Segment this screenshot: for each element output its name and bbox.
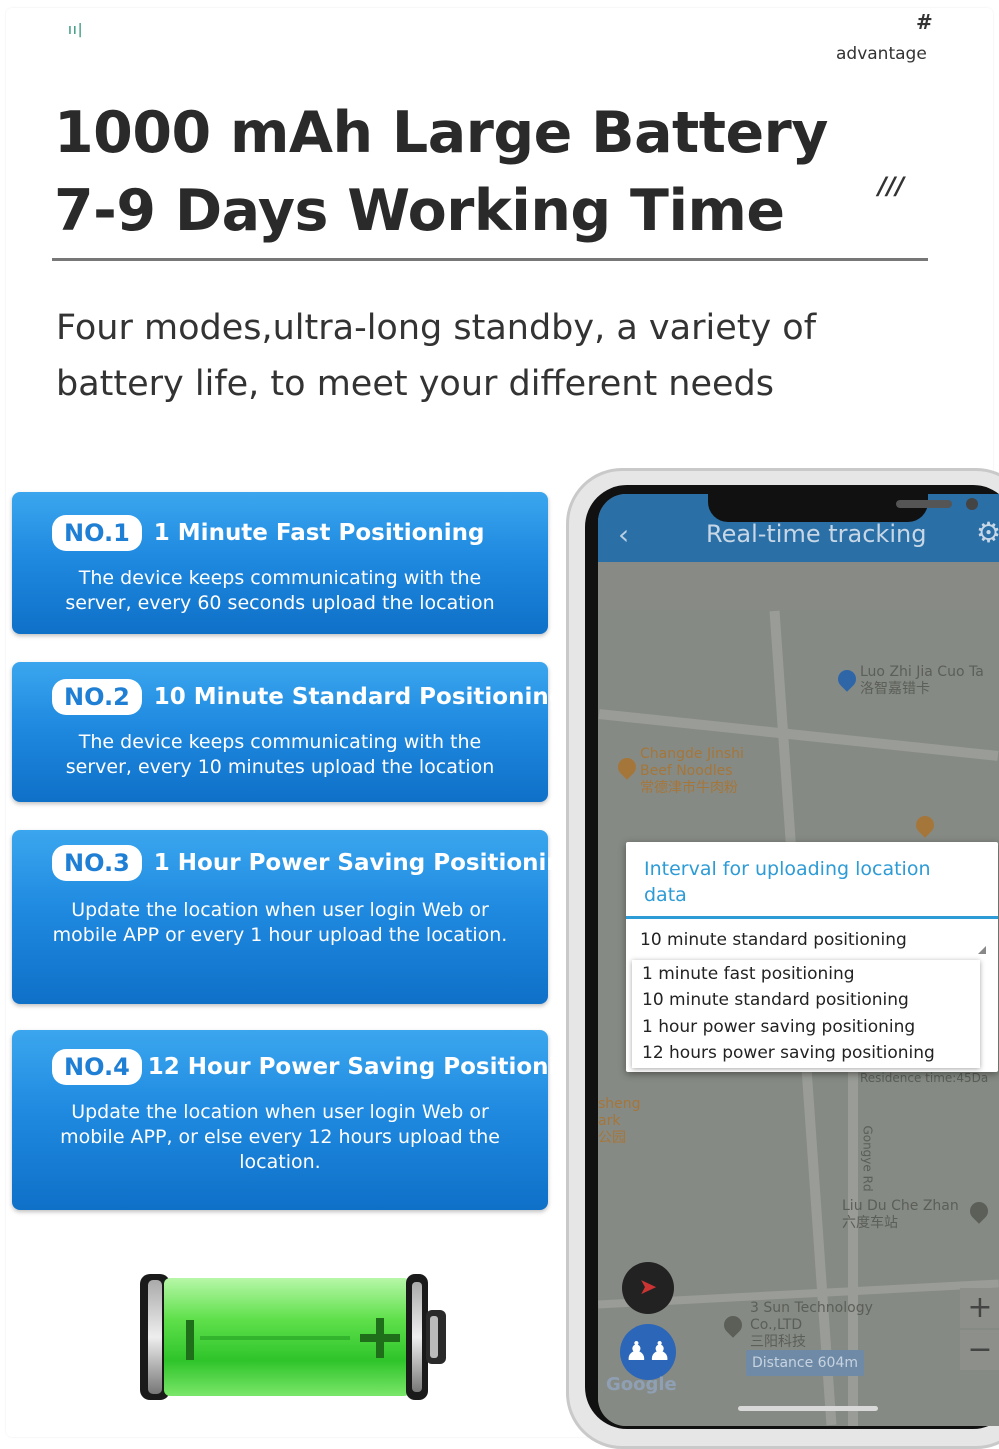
interval-select[interactable]: 10 minute standard positioning xyxy=(640,930,907,950)
poi-name: Luo Zhi Jia Cuo Ta xyxy=(860,664,984,680)
mode-desc-line: Update the location when user login Web … xyxy=(71,899,489,921)
poi-label: 3 Sun Technology Co.,LTD 三阳科技 xyxy=(750,1300,873,1351)
mode-desc-line: The device keeps communicating with the xyxy=(78,731,482,753)
mode-badge: NO.4 xyxy=(52,1049,142,1085)
mode-card-4: NO.4 12 Hour Power Saving Positioning Up… xyxy=(12,1030,589,1210)
app-title: Real-time tracking xyxy=(706,520,927,548)
mode-card-3: NO.3 1 Hour Power Saving Positioning Upd… xyxy=(12,830,579,1004)
battery-plus-v xyxy=(376,1318,384,1358)
mode-card-1: NO.1 1 Minute Fast Positioning The devic… xyxy=(12,492,548,634)
people-icon[interactable]: ♟♟ xyxy=(620,1324,676,1380)
mode-heading: 10 Minute Standard Positioning xyxy=(153,684,566,710)
poi-label: Luo Zhi Jia Cuo Ta 洛智嘉错卡 xyxy=(860,664,984,698)
road-label: Gongye Rd xyxy=(860,1125,875,1192)
poi-name: Co.,LTD xyxy=(750,1317,803,1333)
poi-name-cn: 三阳科技 xyxy=(750,1334,806,1350)
poi-name-cn: 洛智嘉错卡 xyxy=(860,681,930,697)
title-line-2: 7-9 Days Working Time xyxy=(54,178,785,244)
upload-interval-dialog: Interval for uploading location data 10 … xyxy=(626,842,998,1072)
battery-icon xyxy=(140,1274,446,1400)
interval-option[interactable]: 1 minute fast positioning xyxy=(642,964,855,984)
slashes-decoration: /// xyxy=(878,172,905,200)
mode-card-head: NO.4 12 Hour Power Saving Positioning xyxy=(52,1048,589,1086)
dropdown-caret-icon[interactable] xyxy=(978,946,986,954)
front-camera xyxy=(966,498,978,510)
mode-desc-line: mobile APP, or else every 12 hours uploa… xyxy=(60,1126,500,1148)
restaurant-pin-icon[interactable] xyxy=(614,754,640,780)
map-pin-icon[interactable] xyxy=(720,1312,746,1338)
poi-label: Liu Du Che Zhan 六度车站 xyxy=(842,1198,959,1232)
mode-card-head: NO.3 1 Hour Power Saving Positioning xyxy=(52,844,579,882)
poi-name: Beef Noodles xyxy=(640,763,733,779)
phone-notch xyxy=(708,494,978,522)
map-pin-icon[interactable] xyxy=(834,666,860,692)
mode-card-head: NO.1 1 Minute Fast Positioning xyxy=(52,514,485,552)
phone-screen: ‹ Real-time tracking ⚙ Luo Zhi Jia Cuo T… xyxy=(598,494,999,1426)
mode-desc-line: mobile APP or every 1 hour upload the lo… xyxy=(52,924,508,946)
interval-option[interactable]: 12 hours power saving positioning xyxy=(642,1043,935,1063)
gear-icon[interactable]: ⚙ xyxy=(976,516,999,549)
title-line-1: 1000 mAh Large Battery xyxy=(54,100,828,166)
poi-name-cn: 常德津市牛肉粉 xyxy=(640,780,738,796)
mode-desc-line: location. xyxy=(239,1151,321,1173)
mode-desc-line: The device keeps communicating with the xyxy=(78,567,482,589)
poi-name-cn: 公园 xyxy=(598,1130,626,1146)
poi-name: ark xyxy=(598,1113,621,1129)
mode-badge: NO.3 xyxy=(52,845,142,881)
dialog-divider xyxy=(626,916,998,919)
distance-label: Distance 604m xyxy=(746,1350,864,1376)
mode-badge: NO.2 xyxy=(52,679,142,715)
mode-desc-line: server, every 60 seconds upload the loca… xyxy=(65,592,495,614)
chevron-left-icon[interactable]: ‹ xyxy=(618,518,629,551)
zoom-out-button[interactable]: − xyxy=(960,1330,999,1370)
mode-description: Update the location when user login Web … xyxy=(22,1100,538,1175)
mode-card-head: NO.2 10 Minute Standard Positioning xyxy=(52,678,565,716)
mode-description: Update the location when user login Web … xyxy=(16,898,544,948)
compass-icon[interactable]: ➤ xyxy=(622,1262,674,1314)
home-indicator[interactable] xyxy=(738,1406,878,1411)
battery-minus xyxy=(186,1320,194,1360)
dialog-title: Interval for uploading location data xyxy=(644,858,931,906)
interval-options: 1 minute fast positioning 10 minute stan… xyxy=(632,960,980,1068)
poi-name: 3 Sun Technology xyxy=(750,1300,873,1316)
divider xyxy=(52,258,928,261)
map-pin-icon[interactable] xyxy=(966,1198,992,1224)
poi-name: Changde Jinshi xyxy=(640,746,744,762)
mode-card-2: NO.2 10 Minute Standard Positioning The … xyxy=(12,662,565,802)
zoom-in-button[interactable]: + xyxy=(960,1288,999,1328)
residence-label: Residence time:45Da xyxy=(860,1071,989,1085)
poi-label: sheng ark 公园 xyxy=(598,1096,641,1147)
mode-desc-line: server, every 10 minutes upload the loca… xyxy=(65,756,495,778)
advantage-tag: advantage xyxy=(836,44,927,64)
interval-option[interactable]: 10 minute standard positioning xyxy=(642,990,909,1010)
poi-name: Liu Du Che Zhan xyxy=(842,1198,959,1214)
mode-heading: 1 Minute Fast Positioning xyxy=(153,520,485,546)
page-title: 1000 mAh Large Battery 7-9 Days Working … xyxy=(54,94,828,250)
subtitle: Four modes,ultra-long standby, a variety… xyxy=(56,308,817,404)
mode-heading: 1 Hour Power Saving Positioning xyxy=(153,850,580,876)
tick-icon: ıı| xyxy=(68,22,84,38)
poi-name-cn: 六度车站 xyxy=(842,1215,898,1231)
hash-symbol: # xyxy=(916,10,933,34)
mode-description: The device keeps communicating with the … xyxy=(22,730,538,780)
poi-name: sheng xyxy=(598,1096,641,1112)
restaurant-pin-icon[interactable] xyxy=(912,812,938,838)
speaker xyxy=(896,500,952,508)
mode-desc-line: Update the location when user login Web … xyxy=(71,1101,489,1123)
address-bar xyxy=(598,562,999,610)
interval-option[interactable]: 1 hour power saving positioning xyxy=(642,1017,915,1037)
poi-label: Changde Jinshi Beef Noodles 常德津市牛肉粉 xyxy=(640,746,744,797)
mode-badge: NO.1 xyxy=(52,515,142,551)
mode-description: The device keeps communicating with the … xyxy=(22,566,538,616)
mode-heading: 12 Hour Power Saving Positioning xyxy=(147,1054,590,1080)
google-logo: Google xyxy=(606,1374,677,1395)
